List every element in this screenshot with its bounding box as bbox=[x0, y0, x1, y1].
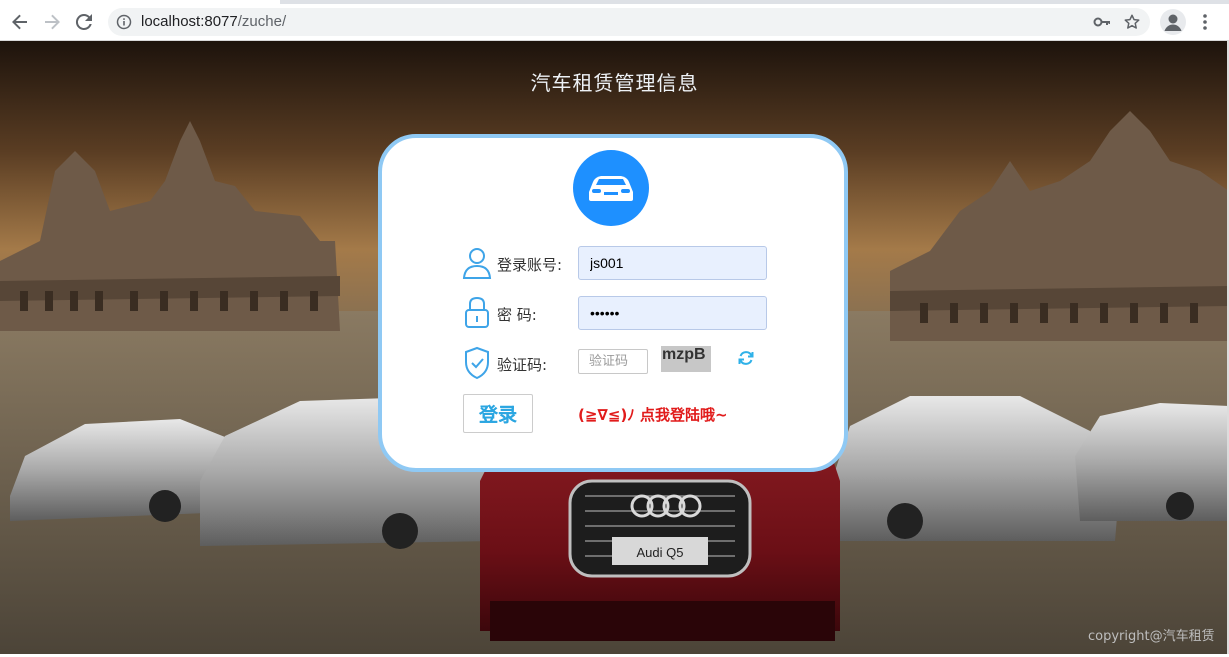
captcha-input[interactable] bbox=[579, 350, 647, 373]
password-label: 密 码: bbox=[497, 306, 537, 324]
url-path: /zuche/ bbox=[237, 13, 287, 30]
login-button-label: 登录 bbox=[478, 404, 517, 426]
password-input[interactable] bbox=[579, 297, 766, 329]
url-text[interactable]: localhost:8077/zuche/ bbox=[141, 13, 286, 30]
profile-icon[interactable] bbox=[1160, 9, 1186, 35]
login-card: 登录账号: 密 码: 验证码: mzpB bbox=[378, 134, 848, 472]
captcha-field[interactable] bbox=[578, 349, 648, 374]
login-button[interactable]: 登录 bbox=[463, 394, 533, 433]
browser-toolbar: localhost:8077/zuche/ bbox=[0, 0, 1229, 41]
refresh-icon[interactable] bbox=[737, 349, 755, 367]
account-input[interactable] bbox=[579, 247, 766, 279]
shield-check-icon bbox=[462, 345, 492, 381]
star-icon[interactable] bbox=[1123, 13, 1141, 35]
forward-icon[interactable] bbox=[40, 10, 64, 34]
user-icon bbox=[462, 245, 492, 281]
login-page: Audi Q5 汽车租赁管理信息 登录账号: js001 密 码: ••••••… bbox=[0, 41, 1229, 654]
back-icon[interactable] bbox=[8, 10, 32, 34]
car-logo-icon bbox=[573, 150, 649, 226]
key-icon[interactable] bbox=[1093, 14, 1111, 34]
address-bar[interactable]: localhost:8077/zuche/ bbox=[108, 8, 1150, 36]
tab-strip bbox=[0, 0, 1229, 4]
login-hint: (≧∇≦)ﾉ 点我登陆哦~ bbox=[578, 406, 728, 424]
plate-text: Audi Q5 bbox=[637, 545, 684, 560]
account-field[interactable] bbox=[578, 246, 767, 280]
copyright-text: copyright@汽车租赁 bbox=[1088, 629, 1215, 644]
captcha-label: 验证码: bbox=[497, 356, 548, 374]
reload-icon[interactable] bbox=[72, 10, 96, 34]
more-vert-icon[interactable] bbox=[1197, 11, 1213, 33]
info-icon[interactable] bbox=[116, 14, 132, 30]
page-title: 汽车租赁管理信息 bbox=[530, 71, 699, 95]
account-label: 登录账号: bbox=[497, 256, 563, 274]
url-host: localhost:8077 bbox=[141, 13, 238, 30]
password-field[interactable] bbox=[578, 296, 767, 330]
lock-icon bbox=[462, 295, 492, 331]
captcha-image[interactable]: mzpB bbox=[661, 346, 711, 372]
